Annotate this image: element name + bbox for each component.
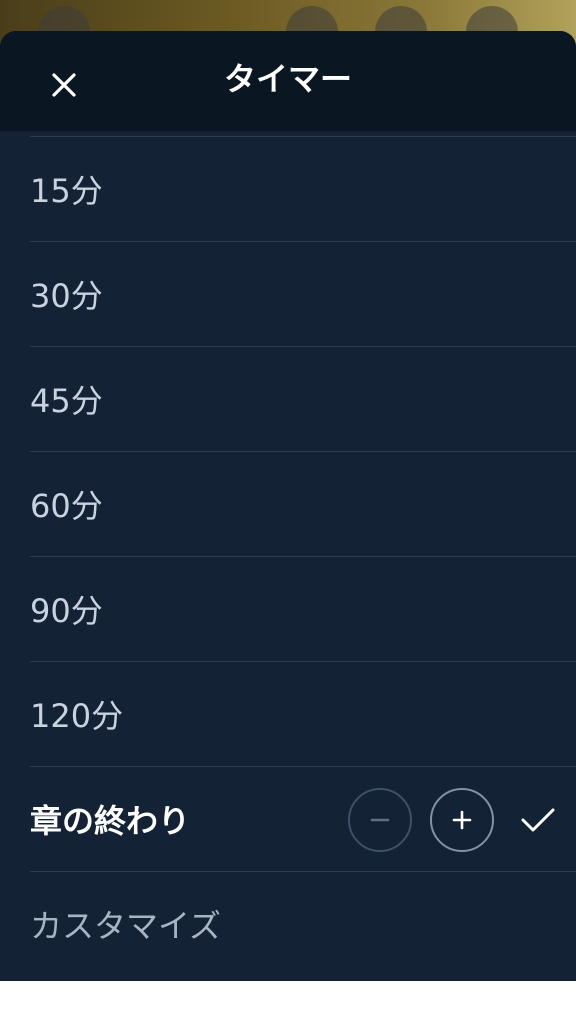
timer-option-custom[interactable]: カスタマイズ [30, 871, 576, 976]
timer-option-45[interactable]: 45分 [30, 346, 576, 451]
close-button[interactable] [40, 61, 88, 109]
timer-option-30[interactable]: 30分 [30, 241, 576, 346]
option-label: 60分 [30, 487, 103, 525]
timer-option-end-of-chapter[interactable]: 章の終わり [30, 766, 576, 871]
timer-option-90[interactable]: 90分 [30, 556, 576, 661]
timer-options-list: 15分 30分 45分 60分 90分 120分 章の終わり カスタマイズ [0, 136, 576, 976]
timer-option-60[interactable]: 60分 [30, 451, 576, 556]
option-label: 30分 [30, 277, 103, 315]
timer-sheet: タイマー 15分 30分 45分 60分 90分 120分 章の終わり カスタマ… [0, 31, 576, 981]
option-label: 90分 [30, 592, 103, 630]
increase-button[interactable] [430, 787, 494, 852]
checkmark-icon [521, 808, 555, 831]
selected-indicator [508, 788, 568, 852]
option-label: 章の終わり [30, 802, 191, 840]
plus-icon [452, 810, 472, 829]
decrease-button[interactable] [348, 787, 412, 852]
minus-icon [370, 818, 390, 821]
option-label: 15分 [30, 172, 103, 210]
timer-option-120[interactable]: 120分 [30, 661, 576, 766]
option-label: カスタマイズ [30, 907, 222, 945]
timer-option-15[interactable]: 15分 [30, 136, 576, 241]
option-label: 45分 [30, 382, 103, 420]
close-icon [52, 73, 76, 97]
sheet-header: タイマー [0, 31, 576, 131]
option-label: 120分 [30, 697, 124, 735]
chapter-count-controls [330, 767, 576, 872]
